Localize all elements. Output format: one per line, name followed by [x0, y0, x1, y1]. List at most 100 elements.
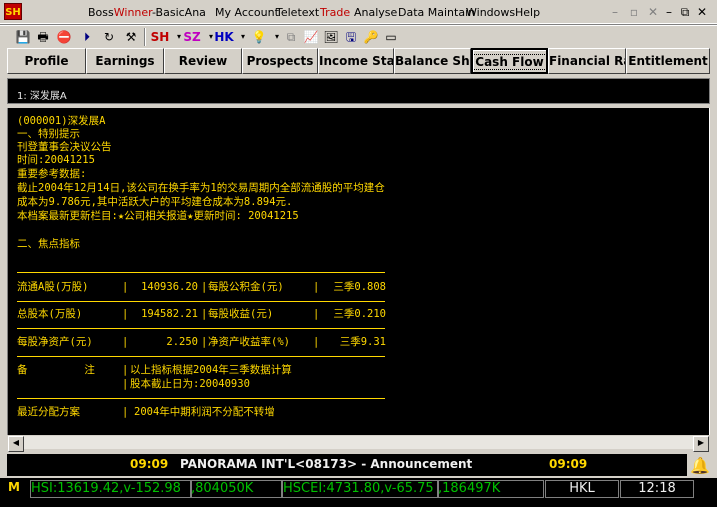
- table-divider: |: [122, 364, 129, 376]
- refresh-icon[interactable]: ↻: [100, 28, 118, 46]
- scroll-right-icon[interactable]: ▶: [693, 436, 709, 452]
- section-heading: 一、特别提示: [17, 128, 80, 140]
- hscei-volume: ,186497K: [437, 480, 544, 498]
- table-divider: |: [313, 308, 320, 320]
- stock-bar[interactable]: 1: 深发展A: [7, 78, 710, 104]
- lightbulb-icon[interactable]: 💡: [250, 28, 268, 46]
- child-restore-icon[interactable]: ⧉: [678, 5, 692, 19]
- sh-market-button[interactable]: SH: [150, 28, 170, 46]
- app-title: BossWinner-BasicAna: [88, 6, 206, 19]
- distribution-label: 最近分配方案: [17, 406, 80, 418]
- hk-market-button[interactable]: HK: [214, 28, 234, 46]
- table-cell-label: 流通A股(万股): [17, 281, 89, 293]
- hsi-volume: ,804050K: [190, 480, 282, 498]
- table-rule: [17, 356, 385, 357]
- tab-profile[interactable]: Profile: [7, 48, 86, 74]
- floppy-icon[interactable]: 🖫: [342, 28, 360, 46]
- table-cell-label: 每股净资产(元): [17, 336, 93, 348]
- report-content: (000001)深发展A 一、特别提示 刊登董事会决议公告 时间:2004121…: [7, 108, 710, 435]
- restore-icon[interactable]: ▫: [627, 5, 641, 19]
- report-title: (000001)深发展A: [17, 115, 106, 127]
- hsi-index: HSI:13619.42,v-152.98: [30, 480, 192, 498]
- table-cell-value: 三季0.210: [333, 308, 386, 320]
- chart-icon[interactable]: 📈: [302, 28, 320, 46]
- menu-bar: SH BossWinner-BasicAna My Account Telete…: [0, 0, 717, 24]
- table-cell-label: 总股本(万股): [17, 308, 83, 320]
- table-cell-value: 194582.21: [141, 308, 198, 320]
- tab-balance-sheet[interactable]: Balance Shee: [394, 48, 471, 74]
- news-ticker[interactable]: 09:09 PANORAMA INT'L<08173> - Announceme…: [7, 454, 687, 476]
- minimize-icon[interactable]: –: [608, 5, 622, 19]
- ticker-message[interactable]: PANORAMA INT'L<08173> - Announcement: [180, 457, 472, 471]
- tab-entitlement[interactable]: Entitlement: [626, 48, 710, 74]
- table-divider: |: [313, 336, 320, 348]
- tab-financial-ratios[interactable]: Financial Rati: [548, 48, 626, 74]
- menu-help[interactable]: Help: [515, 6, 540, 19]
- child-minimize-icon[interactable]: –: [662, 5, 676, 19]
- menu-data-maintain[interactable]: Data Maintain: [398, 6, 475, 19]
- tab-income-statement[interactable]: Income State: [318, 48, 394, 74]
- table-divider: |: [122, 308, 129, 320]
- stock-label: 1: 深发展A: [17, 91, 67, 102]
- child-close-icon[interactable]: ✕: [695, 5, 709, 19]
- table-rule: [17, 301, 385, 302]
- status-clock: 12:18: [620, 480, 694, 498]
- close-icon[interactable]: ✕: [646, 5, 660, 19]
- menu-analyse[interactable]: Analyse: [354, 6, 397, 19]
- distribution-value: 2004年中期利润不分配不转增: [134, 406, 275, 418]
- bell-icon[interactable]: 🔔: [688, 456, 712, 476]
- table-rule: [17, 272, 385, 273]
- table-cell-label: 每股收益(元): [208, 308, 274, 320]
- report-line: 成本为9.786元,其中活跃大户的平均建仓成本为8.894元.: [17, 196, 293, 208]
- menu-trade[interactable]: Trade: [320, 6, 350, 19]
- market-indicator: HKL: [545, 480, 619, 498]
- status-bar: M HSI:13619.42,v-152.98 ,804050K HSCEI:4…: [0, 478, 717, 507]
- ticker-time-left: 09:09: [130, 457, 169, 471]
- scroll-left-icon[interactable]: ◀: [8, 436, 24, 452]
- table-cell-label: 每股公积金(元): [208, 281, 284, 293]
- tab-prospects[interactable]: Prospects: [242, 48, 318, 74]
- play-icon[interactable]: ⏵: [78, 28, 96, 46]
- status-logo-icon: M: [8, 480, 20, 494]
- card-icon[interactable]: ▭: [382, 28, 400, 46]
- stop-icon[interactable]: ⛔: [55, 28, 73, 46]
- window-icon[interactable]: ⧉: [282, 28, 300, 46]
- sz-market-button[interactable]: SZ: [182, 28, 202, 46]
- table-divider: |: [122, 406, 129, 418]
- table-divider: |: [201, 336, 208, 348]
- key-icon[interactable]: 🔑: [362, 28, 380, 46]
- table-cell-value: 三季0.808: [333, 281, 386, 293]
- notes-line: 股本截止日为:20040930: [130, 378, 250, 390]
- table-cell-value: 140936.20: [141, 281, 198, 293]
- save-icon[interactable]: 💾: [14, 28, 32, 46]
- report-line: 重要参考数据:: [17, 168, 87, 180]
- tab-cash-flow[interactable]: Cash Flow: [471, 48, 548, 74]
- print-icon[interactable]: 🖶: [34, 28, 52, 46]
- table-rule: [17, 328, 385, 329]
- horizontal-scrollbar[interactable]: ◀ ▶: [7, 435, 710, 452]
- report-line: 时间:20041215: [17, 154, 95, 166]
- tab-review[interactable]: Review: [164, 48, 242, 74]
- menu-windows[interactable]: Windows: [466, 6, 515, 19]
- notes-label: 备 注: [17, 364, 95, 376]
- picture-icon[interactable]: 🖼: [322, 28, 340, 46]
- table-cell-value: 三季9.31: [339, 336, 386, 348]
- table-rule: [17, 398, 385, 399]
- report-line: 本档案最新更新栏目:★公司相关报道★更新时间: 20041215: [17, 210, 299, 222]
- toolbar-divider: [144, 28, 146, 46]
- tab-strip: Profile Earnings Review Prospects Income…: [7, 48, 710, 75]
- table-cell-value: 2.250: [166, 336, 198, 348]
- menu-teletext[interactable]: Teletext: [276, 6, 319, 19]
- toolbar: 💾 🖶 ⛔ ⏵ ↻ ⚒ SH ▾ SZ ▾ HK ▾ 💡 ▾ ⧉ 📈 🖼 🖫 🔑…: [0, 26, 717, 48]
- menu-my-account[interactable]: My Account: [215, 6, 279, 19]
- table-divider: |: [122, 281, 129, 293]
- tab-earnings[interactable]: Earnings: [86, 48, 164, 74]
- table-divider: |: [122, 378, 129, 390]
- report-line: 截止2004年12月14日,该公司在换手率为1的交易周期内全部流通股的平均建仓: [17, 182, 385, 194]
- hscei-index: HSCEI:4731.80,v-65.75: [282, 480, 439, 498]
- ticker-time-right: 09:09: [549, 457, 588, 471]
- table-divider: |: [201, 281, 208, 293]
- report-line: 刊登董事会决议公告: [17, 141, 112, 153]
- tools-icon[interactable]: ⚒: [122, 28, 140, 46]
- app-logo-icon: SH: [4, 3, 22, 20]
